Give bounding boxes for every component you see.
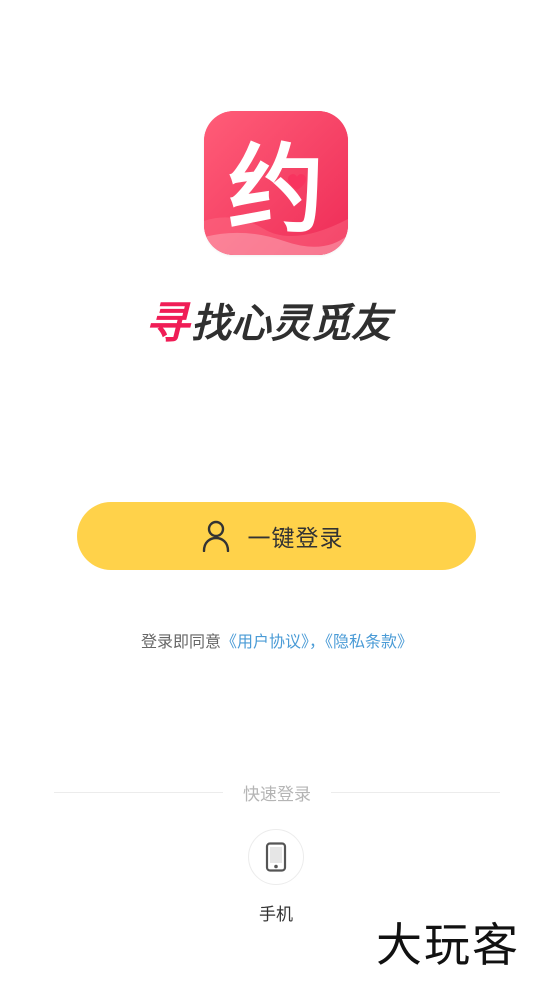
privacy-terms-link[interactable]: 《隐私条款》 xyxy=(325,632,413,651)
phone-login-label: 手机 xyxy=(259,905,293,925)
quick-login-divider: 快速登录 xyxy=(54,778,500,806)
logo-glyph: 约 xyxy=(228,134,324,246)
user-icon xyxy=(202,520,229,552)
quick-login-title: 快速登录 xyxy=(243,784,311,805)
agreement-text: 登录即同意《用户协议》，《隐私条款》 xyxy=(0,628,554,652)
one-click-login-button[interactable]: 一键登录 xyxy=(77,502,476,570)
app-logo: 约 xyxy=(204,111,348,255)
agreement-separator: ， xyxy=(309,632,326,651)
one-click-login-label: 一键登录 xyxy=(247,526,344,552)
divider-left xyxy=(54,791,223,793)
slogan-text: 找心灵觅友 xyxy=(191,301,391,347)
phone-login-button[interactable] xyxy=(248,829,304,885)
phone-icon xyxy=(265,842,287,872)
app-slogan: 寻 找心灵觅友 xyxy=(145,296,415,352)
watermark: 大玩客 xyxy=(376,918,520,972)
slogan-mark: 寻 xyxy=(145,298,189,349)
logo-art: 约 xyxy=(204,111,348,255)
agreement-prefix: 登录即同意 xyxy=(140,632,221,651)
user-agreement-link[interactable]: 《用户协议》 xyxy=(221,632,309,651)
divider-right xyxy=(331,791,500,793)
